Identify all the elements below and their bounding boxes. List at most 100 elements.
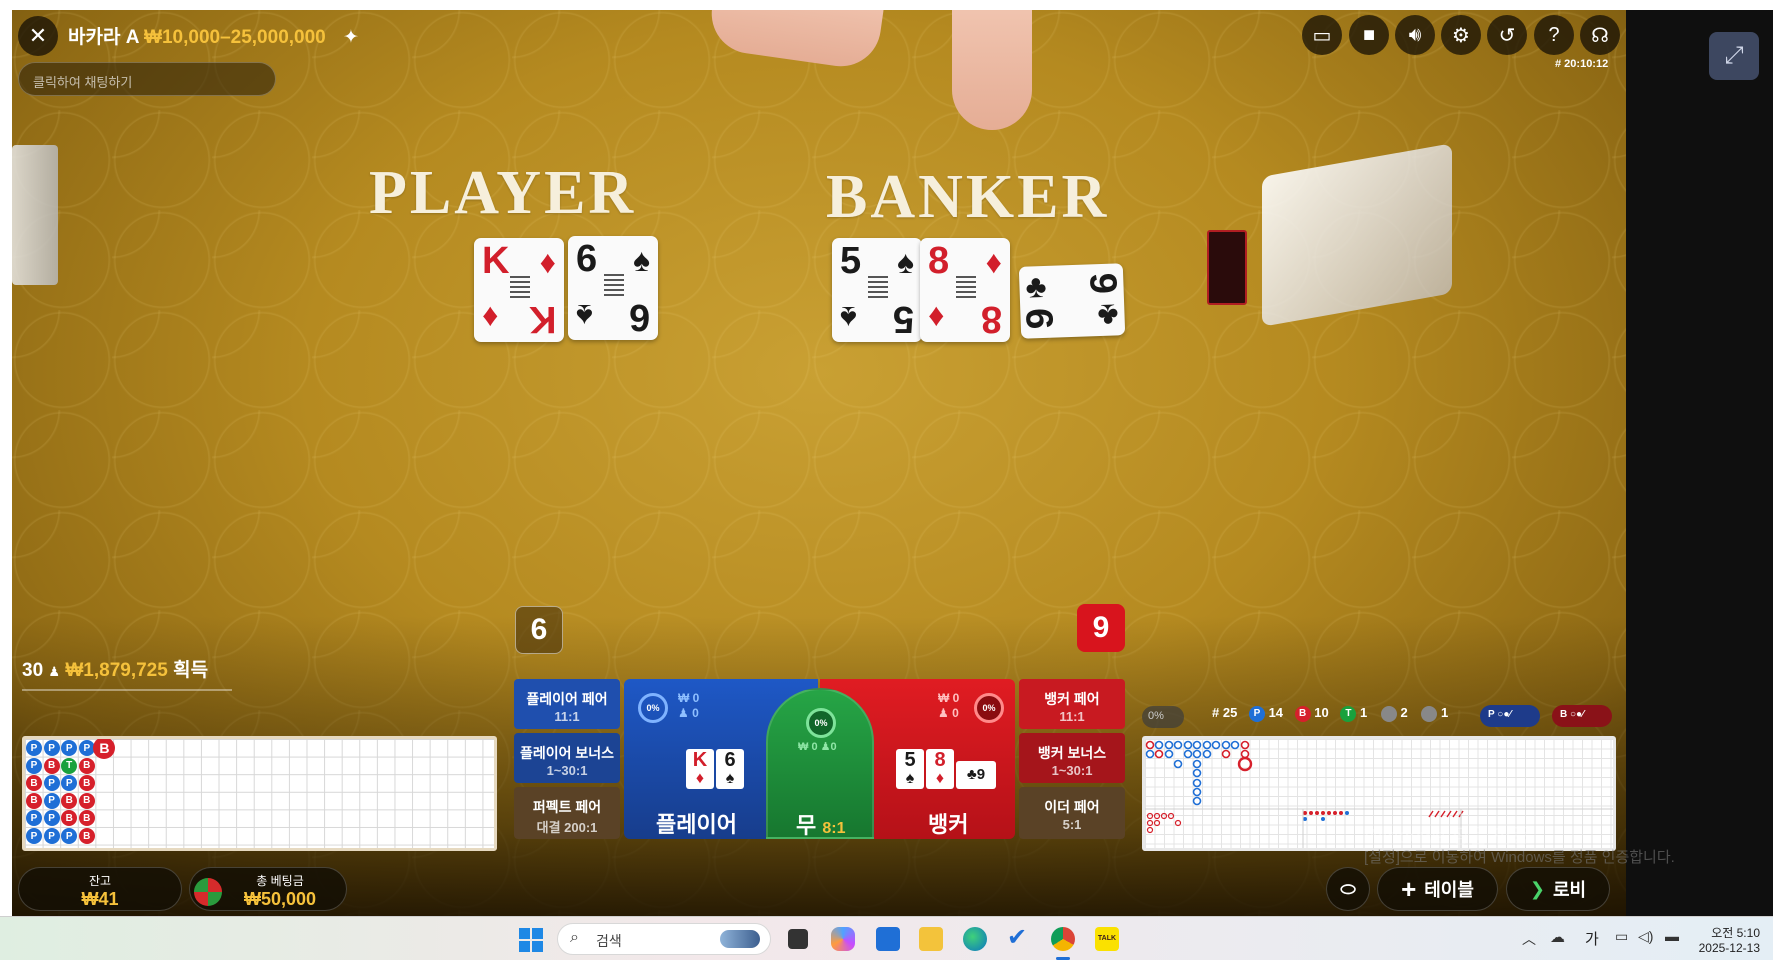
support-button[interactable]: ☊ — [1580, 15, 1620, 55]
total-bet-display: 총 베팅금 ₩50,000 — [189, 867, 347, 911]
card-rank-bottom: 5 — [892, 298, 914, 340]
help-button[interactable]: ? — [1534, 15, 1574, 55]
bead-road-bead: P — [26, 828, 42, 844]
kakaotalk-icon[interactable]: TALK — [1095, 927, 1119, 951]
video-button[interactable]: ■ — [1349, 15, 1389, 55]
diamond-suit-icon: ♦ — [928, 300, 945, 336]
perfect-pair-bet[interactable]: 퍼펙트 페어 대결 200:1 — [514, 787, 620, 839]
card-barcode — [510, 276, 530, 298]
bet-odds: 11:1 — [554, 709, 580, 724]
club-suit-icon: ♣ — [966, 766, 977, 783]
headset-icon: ☊ — [1591, 24, 1609, 47]
bead-road-bead: B — [26, 792, 42, 809]
tie-bet[interactable]: 0% ₩ 0 ♟0 무 8:1 — [766, 688, 874, 839]
card-rank-bottom: 6 — [628, 296, 650, 338]
task-view-icon[interactable] — [788, 929, 808, 949]
tie-dot: T — [1340, 705, 1357, 722]
cloud-sync-icon[interactable]: ☁ — [1550, 928, 1565, 946]
volume-icon[interactable]: ◁) — [1638, 928, 1653, 945]
bead-road-bead: P — [43, 810, 60, 827]
battery-icon[interactable]: ▬ — [1665, 928, 1679, 944]
banker-pair-dot — [1421, 705, 1438, 722]
player-pair-count: 2 — [1400, 705, 1408, 720]
table-button[interactable]: + 테이블 — [1377, 867, 1498, 911]
banker-pair-count: 1 — [1440, 705, 1449, 720]
player-predict-button[interactable]: P ○●⁄ — [1480, 705, 1540, 727]
bead-road-bead: P — [43, 740, 60, 756]
clock[interactable]: 오전 5:10 2025-12-13 — [1690, 924, 1760, 955]
banker-count: 10 — [1314, 705, 1329, 720]
windows-start-button[interactable] — [519, 928, 543, 952]
lobby-button[interactable]: ❯ 로비 — [1506, 867, 1610, 911]
banker-mini-card-1: 5 ♠ — [896, 749, 924, 789]
banker-predict-button[interactable]: B ○●⁄ — [1552, 705, 1612, 727]
chrome-icon[interactable] — [1051, 927, 1075, 951]
settings-button[interactable]: ⚙ — [1441, 15, 1481, 55]
tie-odds: 8:1 — [822, 820, 846, 837]
bet-label: 플레이어 페어 — [526, 691, 608, 707]
pin-icon: ✦ — [343, 27, 359, 48]
banker-score-badge: 9 — [1077, 604, 1125, 652]
chat-button[interactable]: ▭ — [1302, 15, 1342, 55]
search-placeholder: 검색 — [596, 933, 622, 949]
start-tile-icon — [532, 928, 543, 939]
player-bonus-bet[interactable]: 플레이어 보너스 1~30:1 — [514, 733, 620, 783]
user-icon: ♟ — [678, 706, 693, 720]
player-pair-dot — [1380, 705, 1397, 722]
balance-label: 잔고 — [88, 874, 112, 888]
winners-label: 획득 — [173, 660, 209, 681]
fullscreen-button[interactable]: ⤢ — [1709, 32, 1759, 80]
club-suit-icon: ♣ — [1024, 267, 1048, 305]
banker-label: BANKER — [826, 163, 1110, 231]
player-score-badge: 6 — [515, 606, 563, 654]
network-icon[interactable]: ▭ — [1615, 928, 1628, 945]
store-icon[interactable] — [876, 927, 900, 951]
winners-summary: 30 ♟ ₩1,879,725 획득 — [22, 655, 208, 682]
close-button[interactable]: ✕ — [18, 16, 58, 56]
either-pair-bet[interactable]: 이더 페어 5:1 — [1019, 787, 1125, 839]
diamond-suit-icon: ♦ — [935, 770, 945, 787]
banker-card-3: 9 ♣ 9 ♣ — [1018, 263, 1126, 339]
gear-icon: ⚙ — [1452, 24, 1470, 47]
tie-count-value: 0 — [830, 741, 837, 753]
chips-icon: ⬭ — [1340, 878, 1356, 899]
bead-road-bead: P — [43, 792, 60, 809]
banker-bet-label: 뱅커 — [928, 812, 969, 837]
speaker-icon: 🔊︎ — [1408, 23, 1422, 46]
chat-input[interactable]: 클릭하여 채팅하기 — [18, 62, 276, 96]
player-pct-ring: 0% — [638, 693, 668, 723]
mini-card-rank: 8 — [934, 749, 946, 771]
player-dot: P — [1248, 705, 1265, 722]
ime-indicator[interactable]: 가 — [1585, 928, 1599, 949]
winners-count: 30 — [22, 660, 44, 681]
player-card-1: K ♦ K ♦ — [474, 238, 564, 342]
player-pair-bet[interactable]: 플레이어 페어 11:1 — [514, 679, 620, 729]
spade-suit-icon: ♠ — [576, 298, 593, 334]
banker-bonus-bet[interactable]: 뱅커 보너스 1~30:1 — [1019, 733, 1125, 783]
diamond-suit-icon: ♦ — [482, 300, 499, 336]
video-camera-icon: ■ — [1362, 23, 1376, 46]
banker-card-1: 5 ♠ 5 ♠ — [832, 238, 922, 342]
plus-icon: + — [1401, 873, 1417, 904]
banker-pair-bet[interactable]: 뱅커 페어 11:1 — [1019, 679, 1125, 729]
history-button[interactable]: ↺ — [1487, 15, 1527, 55]
chip-stack-button[interactable]: ⬭ — [1326, 867, 1370, 911]
bet-odds: 1~30:1 — [546, 763, 588, 778]
help-icon: ? — [1548, 23, 1560, 46]
copilot-icon[interactable] — [831, 927, 855, 951]
shoe-cut-card — [1207, 230, 1247, 305]
tray-chevron-icon[interactable]: ︿ — [1522, 929, 1536, 949]
taskbar-search[interactable]: ⌕ 검색 — [557, 923, 771, 955]
sound-button[interactable]: 🔊︎ — [1395, 15, 1435, 55]
mini-card-rank: K — [692, 749, 708, 771]
tie-bet-stats: ₩ 0 ♟0 — [798, 740, 837, 753]
file-explorer-icon[interactable] — [919, 927, 943, 951]
edge-icon[interactable] — [963, 927, 987, 951]
mini-card-rank: 6 — [724, 749, 736, 771]
bet-label: 이더 페어 — [1044, 799, 1100, 815]
todo-icon[interactable]: ✔ — [1007, 926, 1031, 951]
bet-limits: ₩10,000–25,000,000 — [144, 27, 326, 48]
bead-road: PPBBPPPBPPPPPTPBBPPBBBBBB — [22, 736, 497, 851]
player-mini-card-2: 6 ♠ — [716, 749, 744, 789]
stats-pct-toggle[interactable]: 0% — [1142, 706, 1184, 728]
